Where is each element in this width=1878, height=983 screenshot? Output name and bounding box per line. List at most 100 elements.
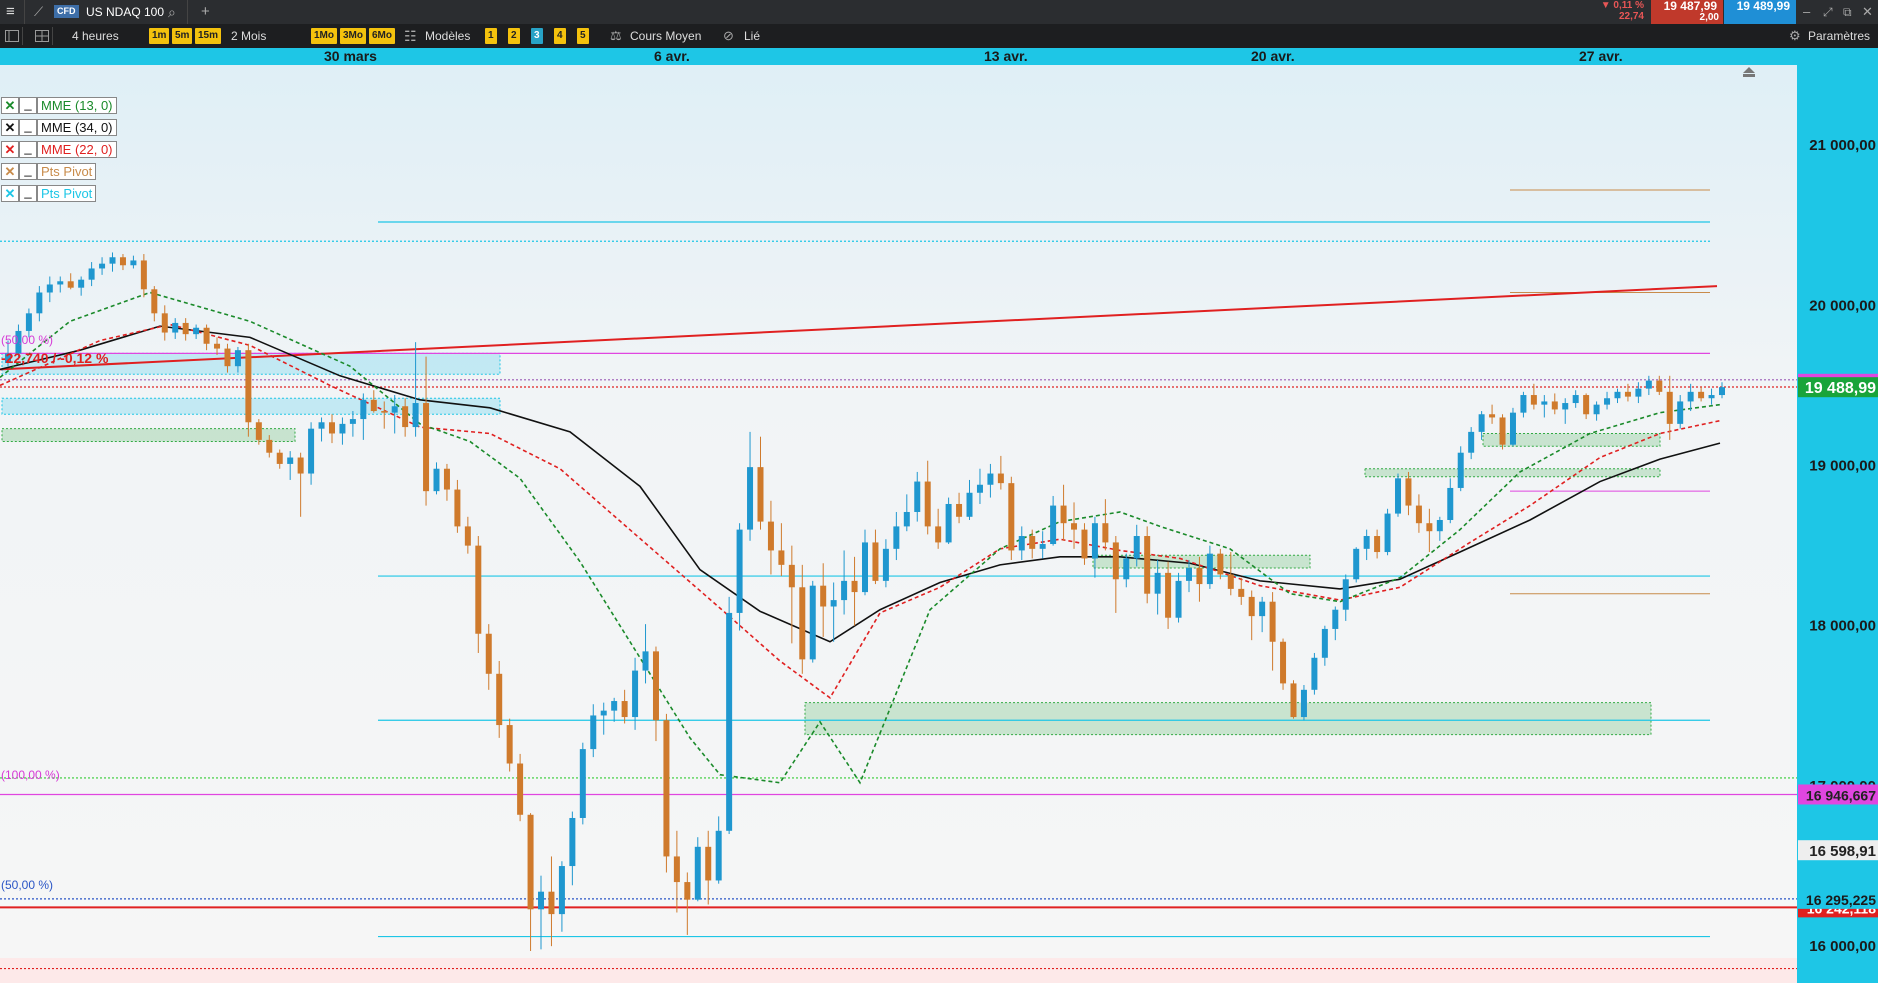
lower-band: [0, 958, 1797, 983]
layout-5[interactable]: 5: [577, 28, 589, 44]
candle-body: [914, 481, 921, 512]
candle-body: [1395, 478, 1402, 514]
candle-body: [976, 484, 983, 493]
candle-body: [485, 633, 492, 674]
indicator-style-icon[interactable]: _: [19, 163, 37, 180]
candle-body: [308, 428, 315, 474]
search-icon[interactable]: ⌕: [168, 0, 176, 24]
sell-price-button[interactable]: 19 487,99 2,00: [1651, 0, 1723, 24]
price-chart[interactable]: 21 000,0020 000,0019 000,0018 000,0017 0…: [0, 65, 1878, 983]
price-type-select[interactable]: Cours Moyen: [630, 24, 701, 48]
candle-body: [1280, 641, 1287, 684]
restore-icon[interactable]: ⤢: [1823, 0, 1833, 24]
chart-type-icon[interactable]: ⟋: [34, 0, 43, 24]
candle-body: [747, 467, 754, 530]
indicator-ema13[interactable]: ✕ _ MME (13, 0): [1, 97, 117, 114]
layout-4[interactable]: 4: [554, 28, 566, 44]
layout-3[interactable]: 3: [531, 28, 543, 44]
indicator-label[interactable]: MME (13, 0): [37, 97, 117, 114]
candle-body: [715, 830, 722, 881]
settings-gear-icon[interactable]: ⚙: [1789, 24, 1801, 48]
candle-body: [109, 257, 116, 264]
candle-body: [140, 260, 147, 290]
candle-body: [663, 720, 670, 857]
y-tick-label: 16 000,00: [1809, 938, 1876, 955]
candle-body: [1154, 572, 1161, 594]
interval-1m[interactable]: 1m: [149, 28, 170, 44]
panel-toggle-icon[interactable]: [2, 27, 23, 45]
templates-icon[interactable]: ☷: [404, 24, 417, 48]
close-icon[interactable]: ✕: [1862, 0, 1873, 24]
indicator-pivot-1[interactable]: ✕ _ Pts Pivot: [1, 163, 97, 180]
link-icon[interactable]: ⊘: [723, 24, 734, 48]
popout-icon[interactable]: ⧉: [1843, 0, 1852, 24]
interval-15m[interactable]: 15m: [195, 28, 222, 44]
period-3mo[interactable]: 3Mo: [340, 28, 366, 44]
indicator-style-icon[interactable]: _: [19, 185, 37, 202]
candle-body: [673, 856, 680, 883]
zone-rect: [1, 428, 296, 442]
candle-body: [496, 673, 503, 726]
candle-body: [1436, 519, 1443, 532]
templates-button[interactable]: Modèles: [425, 24, 470, 48]
buy-price-button[interactable]: 19 489,99: [1724, 0, 1796, 24]
indicator-label[interactable]: MME (34, 0): [37, 119, 117, 136]
add-tab-icon[interactable]: +: [201, 0, 210, 24]
remove-indicator-icon[interactable]: ✕: [1, 141, 19, 158]
candle-body: [1060, 505, 1067, 524]
candle-body: [402, 406, 409, 428]
zone-rect: [804, 702, 1652, 736]
x-tick-label: 13 avr.: [984, 48, 1028, 64]
spread-value: 2,00: [1699, 12, 1719, 23]
candle-body: [1614, 391, 1621, 399]
menu-icon[interactable]: ≡: [6, 0, 15, 24]
candle-body: [1123, 558, 1130, 580]
layout-2[interactable]: 2: [508, 28, 520, 44]
candle-body: [1071, 523, 1078, 530]
candle-body: [1468, 431, 1475, 453]
indicator-pivot-2[interactable]: ✕ _ Pts Pivot: [1, 185, 97, 202]
candle-body: [203, 327, 210, 344]
candle-body: [360, 399, 367, 420]
candle-body: [903, 511, 910, 527]
candle-body: [318, 422, 325, 429]
indicator-style-icon[interactable]: _: [19, 119, 37, 136]
indicator-label[interactable]: Pts Pivot: [37, 163, 97, 180]
indicator-ema34[interactable]: ✕ _ MME (34, 0): [1, 119, 117, 136]
candle-body: [245, 350, 252, 423]
y-tick-label: 20 000,00: [1809, 297, 1876, 314]
period-select[interactable]: 2 Mois: [231, 24, 266, 48]
candle-body: [161, 313, 168, 333]
layout-1[interactable]: 1: [485, 28, 497, 44]
remove-indicator-icon[interactable]: ✕: [1, 185, 19, 202]
grid-layout-icon[interactable]: [32, 27, 53, 45]
remove-indicator-icon[interactable]: ✕: [1, 97, 19, 114]
candle-body: [1227, 574, 1234, 589]
candle-body: [1029, 536, 1036, 549]
candle-body: [349, 419, 356, 424]
indicator-ema22[interactable]: ✕ _ MME (22, 0): [1, 141, 117, 158]
indicator-style-icon[interactable]: _: [19, 97, 37, 114]
candle-body: [736, 529, 743, 613]
indicator-label[interactable]: MME (22, 0): [37, 141, 117, 158]
period-1mo[interactable]: 1Mo: [311, 28, 337, 44]
indicator-style-icon[interactable]: _: [19, 141, 37, 158]
instrument-name[interactable]: US NDAQ 100: [86, 0, 164, 24]
interval-5m[interactable]: 5m: [172, 28, 193, 44]
candle-body: [182, 322, 189, 335]
remove-indicator-icon[interactable]: ✕: [1, 163, 19, 180]
indicator-label[interactable]: Pts Pivot: [37, 185, 97, 202]
interval-select[interactable]: 4 heures: [72, 24, 119, 48]
minimize-icon[interactable]: –: [1803, 0, 1810, 24]
candle-body: [1499, 417, 1506, 445]
price-type-icon[interactable]: ⚖: [610, 24, 622, 48]
link-toggle[interactable]: Lié: [744, 24, 760, 48]
candle-body: [767, 521, 774, 551]
candle-body: [569, 817, 576, 867]
candle-body: [1248, 596, 1255, 617]
candle-body: [882, 548, 889, 581]
divider: [187, 0, 188, 24]
remove-indicator-icon[interactable]: ✕: [1, 119, 19, 136]
settings-button[interactable]: Paramètres: [1808, 24, 1870, 48]
period-6mo[interactable]: 6Mo: [369, 28, 395, 44]
